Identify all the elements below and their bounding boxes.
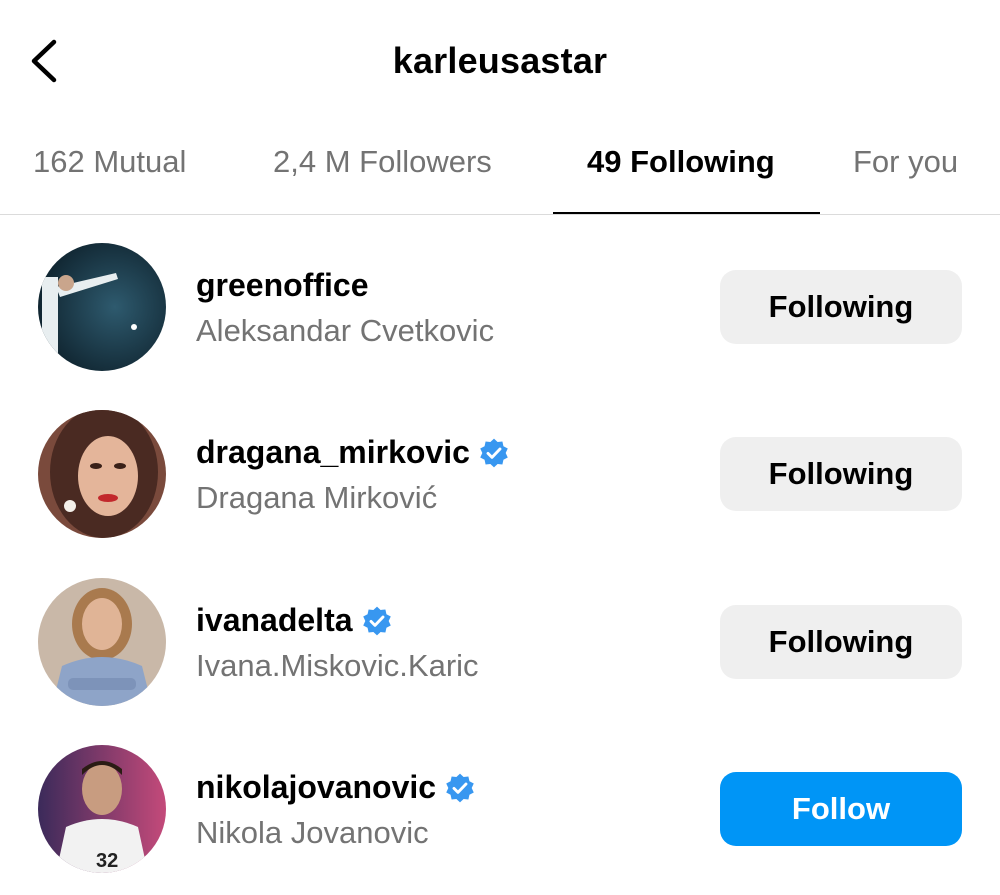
tab-mutual[interactable]: 162 Mutual (33, 144, 186, 180)
full-name: Aleksandar Cvetkovic (196, 313, 495, 348)
tab-followers[interactable]: 2,4 M Followers (273, 144, 492, 180)
verified-badge-icon (446, 773, 474, 802)
username: nikolajovanovic (196, 769, 437, 805)
username: dragana_mirkovic (196, 434, 470, 470)
list-item: ivanadelta Ivana.Miskovic.Karic Followin… (0, 578, 1000, 728)
username: ivanadelta (196, 602, 353, 638)
tab-for-you[interactable]: For you (853, 144, 958, 180)
following-button[interactable]: Following (720, 437, 962, 511)
username: greenoffice (196, 267, 369, 303)
full-name: Nikola Jovanovic (196, 815, 429, 850)
username-link[interactable]: dragana_mirkovic (196, 434, 510, 471)
list-item: dragana_mirkovic Dragana Mirković Follow… (0, 410, 1000, 560)
tab-bar: 162 Mutual 2,4 M Followers 49 Following … (0, 120, 1000, 215)
username-link[interactable]: greenoffice (196, 267, 368, 304)
username-link[interactable]: nikolajovanovic (196, 769, 476, 806)
following-button[interactable]: Following (720, 270, 962, 344)
jersey-number: 32 (96, 850, 118, 872)
page-title: karleusastar (392, 40, 608, 81)
full-name: Dragana Mirković (196, 480, 438, 515)
active-tab-indicator (553, 212, 820, 214)
verified-badge-icon (362, 606, 391, 635)
username-link[interactable]: ivanadelta (196, 602, 393, 639)
list-item: greenoffice Aleksandar Cvetkovic Followi… (0, 243, 1000, 393)
full-name: Ivana.Miskovic.Karic (196, 648, 479, 683)
list-item: 32 nikolajovanovic Nikola Jovanovic Foll… (0, 745, 1000, 895)
verified-badge-icon (480, 438, 508, 467)
header: karleusastar (0, 0, 1000, 120)
avatar[interactable] (38, 243, 166, 371)
tab-following[interactable]: 49 Following (587, 144, 775, 180)
avatar[interactable]: 32 (38, 745, 166, 873)
follow-button[interactable]: Follow (720, 772, 962, 846)
avatar[interactable] (38, 578, 166, 706)
following-button[interactable]: Following (720, 605, 962, 679)
avatar[interactable] (38, 410, 166, 538)
